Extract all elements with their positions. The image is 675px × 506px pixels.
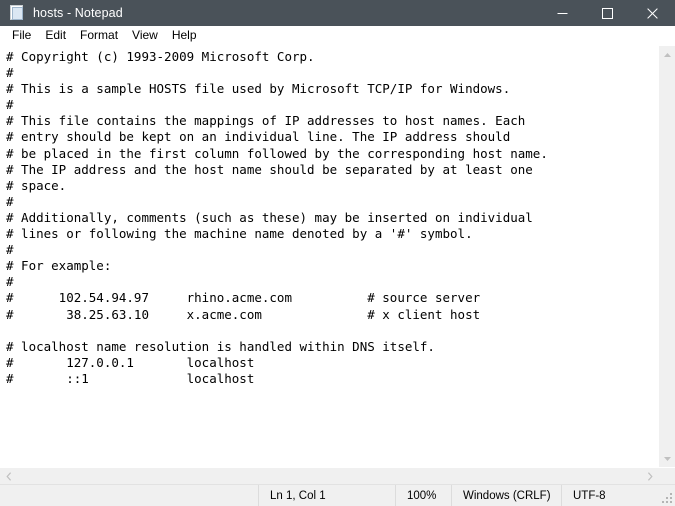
scroll-left-button[interactable] <box>0 468 17 484</box>
editor-region: # Copyright (c) 1993-2009 Microsoft Corp… <box>0 46 675 484</box>
text-editor-area[interactable]: # Copyright (c) 1993-2009 Microsoft Corp… <box>0 46 658 467</box>
menu-item-view[interactable]: View <box>125 27 165 45</box>
minimize-icon <box>557 12 568 14</box>
status-bar: Ln 1, Col 1 100% Windows (CRLF) UTF-8 <box>0 484 675 506</box>
hosts-file-text[interactable]: # Copyright (c) 1993-2009 Microsoft Corp… <box>0 46 658 387</box>
minimize-button[interactable] <box>540 0 585 26</box>
menu-item-help[interactable]: Help <box>165 27 204 45</box>
vertical-scroll-track[interactable] <box>659 63 675 450</box>
status-line-ending[interactable]: Windows (CRLF) <box>451 485 561 506</box>
menu-bar: File Edit Format View Help <box>0 26 675 46</box>
scroll-left-icon <box>5 471 11 481</box>
menu-item-file[interactable]: File <box>5 27 38 45</box>
title-bar[interactable]: hosts - Notepad <box>0 0 675 26</box>
horizontal-scroll-track[interactable] <box>17 468 641 484</box>
menu-item-format[interactable]: Format <box>73 27 125 45</box>
status-encoding[interactable]: UTF-8 <box>561 485 659 506</box>
status-bar-spacer <box>0 485 258 506</box>
status-cursor-position[interactable]: Ln 1, Col 1 <box>258 485 395 506</box>
scroll-up-button[interactable] <box>659 46 675 63</box>
resize-grip-icon[interactable] <box>659 485 675 506</box>
close-icon <box>647 7 658 19</box>
scroll-up-icon <box>663 52 671 57</box>
close-button[interactable] <box>630 0 675 26</box>
maximize-button[interactable] <box>585 0 630 26</box>
maximize-icon <box>602 7 613 19</box>
scrollbar-corner <box>658 468 675 484</box>
scroll-right-icon <box>647 471 653 481</box>
scroll-right-button[interactable] <box>641 468 658 484</box>
window-controls <box>540 0 675 26</box>
scroll-down-icon <box>663 456 671 461</box>
vertical-scrollbar[interactable] <box>658 46 675 467</box>
editor-row: # Copyright (c) 1993-2009 Microsoft Corp… <box>0 46 675 467</box>
notepad-icon <box>9 5 25 21</box>
horizontal-scrollbar[interactable] <box>0 467 675 484</box>
menu-item-edit[interactable]: Edit <box>38 27 73 45</box>
notepad-window: hosts - Notepad File Edit Format View He… <box>0 0 675 506</box>
status-zoom-level[interactable]: 100% <box>395 485 451 506</box>
scroll-down-button[interactable] <box>659 450 675 467</box>
window-title: hosts - Notepad <box>33 6 123 20</box>
